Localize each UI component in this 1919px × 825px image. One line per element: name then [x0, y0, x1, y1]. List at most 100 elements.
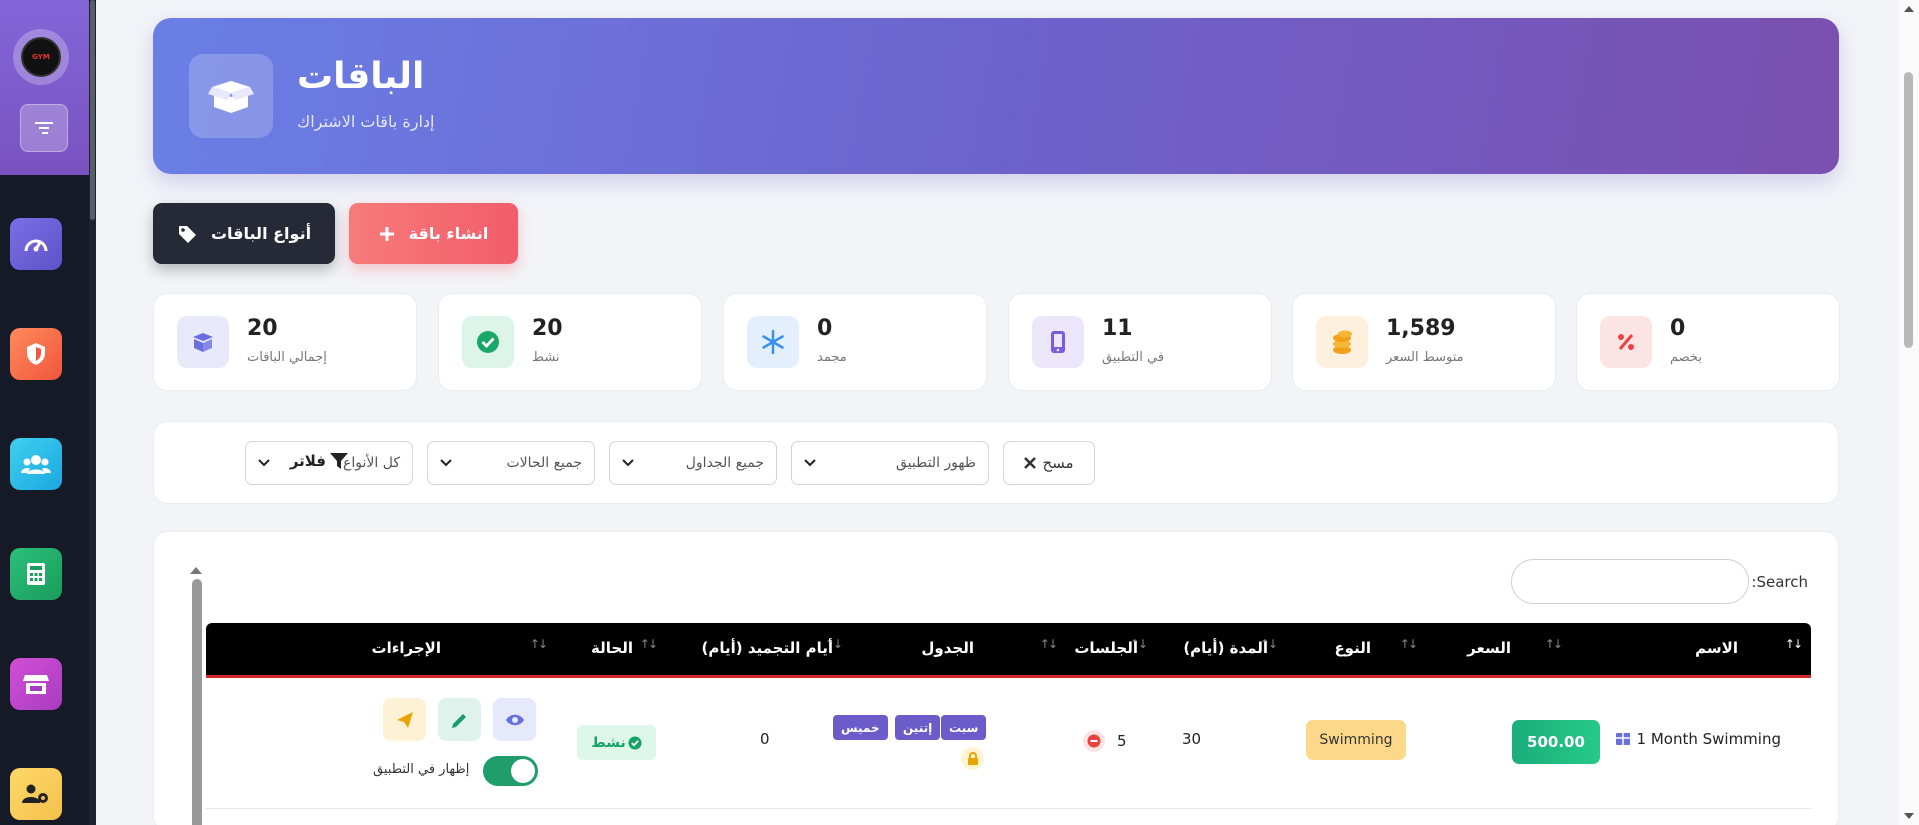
- type-filter-select[interactable]: كل الأنواع: [245, 441, 413, 485]
- gauge-icon: [24, 239, 48, 252]
- open-box-icon: [208, 81, 254, 113]
- brand-logo[interactable]: GYM: [13, 29, 69, 85]
- create-package-label: انشاء باقة: [408, 224, 489, 243]
- schedule-filter-select[interactable]: جميع الجداول: [609, 441, 777, 485]
- stat-label: في التطبيق: [1102, 350, 1165, 365]
- stat-label: متوسط السعر: [1386, 350, 1464, 365]
- page-scroll-thumb[interactable]: [1904, 72, 1913, 348]
- snowflake-icon: [747, 316, 799, 368]
- create-package-button[interactable]: انشاء باقة: [349, 203, 518, 264]
- store-icon: [23, 675, 49, 694]
- tag-icon: [178, 225, 196, 243]
- type-badge: Swimming: [1306, 720, 1406, 760]
- sort-icon[interactable]: ↑↓: [1785, 637, 1803, 651]
- price-badge: 500.00: [1512, 720, 1600, 764]
- stat-label: مجمد: [817, 350, 847, 365]
- scroll-down-arrow-icon: [1904, 813, 1914, 819]
- plus-icon: [379, 226, 394, 241]
- nav-team-settings[interactable]: [10, 768, 62, 820]
- col-price[interactable]: السعر: [1467, 639, 1511, 657]
- pencil-icon: [451, 713, 466, 728]
- chevron-down-icon: [804, 459, 816, 467]
- col-type[interactable]: النوع: [1334, 639, 1371, 657]
- table-header: ↑↓ الاسم ↑↓ السعر ↑↓ النوع ↑↓ المدة (أيا…: [206, 623, 1811, 678]
- close-icon: [1024, 457, 1037, 469]
- users-icon: [21, 455, 51, 474]
- col-status[interactable]: الحالة: [591, 639, 633, 657]
- sidebar-scroll-thumb[interactable]: [90, 0, 95, 220]
- phone-icon: [1032, 316, 1084, 368]
- menu-lines-icon: [35, 122, 53, 134]
- packages-table-card: Search: ↑↓ الاسم ↑↓ السعر ↑↓ النوع ↑↓ ال…: [153, 531, 1839, 825]
- clear-filters-button[interactable]: مسح: [1003, 441, 1095, 485]
- table-search: Search:: [1511, 559, 1808, 604]
- sort-icon[interactable]: ↑↓: [1040, 637, 1058, 651]
- edit-button[interactable]: [438, 698, 481, 741]
- cell-name: 1 Month Swimming: [1615, 730, 1781, 748]
- show-in-app-label: إظهار في التطبيق: [373, 762, 470, 777]
- package-types-button[interactable]: أنواع الباقات: [153, 203, 335, 264]
- send-button[interactable]: [383, 698, 426, 741]
- logo-text: GYM: [21, 37, 61, 77]
- search-input[interactable]: [1511, 559, 1750, 604]
- schedule-filter-value: جميع الجداول: [685, 455, 764, 471]
- sort-icon[interactable]: ↑↓: [640, 637, 658, 651]
- status-badge: نشط: [577, 725, 656, 760]
- coins-icon: [1316, 316, 1368, 368]
- col-name[interactable]: الاسم: [1695, 639, 1738, 657]
- col-sessions[interactable]: الجلسات: [1074, 639, 1138, 657]
- table-scroll-thumb[interactable]: [192, 579, 202, 825]
- stat-label: بخصم: [1670, 350, 1702, 365]
- toggle-knob: [511, 759, 535, 783]
- stat-label: نشط: [532, 350, 560, 365]
- nav-members[interactable]: [10, 438, 62, 490]
- eye-icon: [505, 714, 524, 725]
- schedule-day-badge: خميس: [833, 715, 888, 740]
- sort-icon[interactable]: ↑↓: [1545, 637, 1563, 651]
- paper-plane-icon: [396, 711, 413, 728]
- nav-security[interactable]: [10, 328, 62, 380]
- sort-icon[interactable]: ↑↓: [530, 637, 548, 651]
- shield-icon: [27, 343, 45, 365]
- page-header: الباقات إدارة باقات الاشتراك: [153, 18, 1839, 174]
- stat-card-discount: 0 بخصم: [1576, 293, 1840, 391]
- nav-store[interactable]: [10, 658, 62, 710]
- schedule-day-badge: سبت: [941, 715, 987, 740]
- menu-toggle-button[interactable]: [20, 104, 68, 152]
- view-button[interactable]: [493, 698, 536, 741]
- check-circle-icon: [462, 316, 514, 368]
- sessions-value: 5: [1117, 732, 1127, 750]
- chevron-down-icon: [440, 459, 452, 467]
- package-name: 1 Month Swimming: [1636, 730, 1781, 748]
- stat-label: إجمالي الباقات: [247, 350, 327, 365]
- col-schedule[interactable]: الجدول: [921, 639, 974, 657]
- header-icon-box: [189, 54, 273, 138]
- scroll-up-arrow-icon: [190, 567, 202, 574]
- chevron-down-icon: [622, 459, 634, 467]
- app-visibility-filter-select[interactable]: ظهور التطبيق: [791, 441, 989, 485]
- cell-duration: 30: [1182, 730, 1202, 748]
- stat-value: 1,589: [1386, 316, 1456, 341]
- search-label: Search:: [1751, 572, 1808, 591]
- col-duration[interactable]: المدة (أيام): [1183, 639, 1268, 657]
- table-scrollbar[interactable]: [188, 564, 202, 825]
- calculator-icon: [27, 563, 45, 585]
- col-actions[interactable]: الإجراءات: [372, 639, 441, 657]
- lock-icon: [961, 747, 984, 770]
- users-cog-icon: [22, 784, 48, 803]
- stat-value: 0: [817, 316, 833, 341]
- page-subtitle: إدارة باقات الاشتراك: [297, 112, 435, 131]
- show-in-app-toggle[interactable]: [483, 756, 538, 786]
- status-text: نشط: [591, 734, 626, 751]
- col-freeze-days[interactable]: أيام التجميد (أيام): [701, 639, 833, 657]
- stat-card-average-price: 1,589 متوسط السعر: [1292, 293, 1556, 391]
- stat-value: 11: [1102, 316, 1133, 341]
- page-title: الباقات: [297, 56, 425, 97]
- status-filter-select[interactable]: جميع الحالات: [427, 441, 595, 485]
- status-filter-value: جميع الحالات: [506, 455, 583, 471]
- sort-icon[interactable]: ↑↓: [1400, 637, 1418, 651]
- nav-dashboard[interactable]: [10, 218, 62, 270]
- nav-accounting[interactable]: [10, 548, 62, 600]
- table-row: 1 Month Swimming 500.00 Swimming 30 5 سب…: [206, 678, 1811, 809]
- filters-bar: فلاتر كل الأنواع جميع الحالات جميع الجدا…: [153, 421, 1839, 504]
